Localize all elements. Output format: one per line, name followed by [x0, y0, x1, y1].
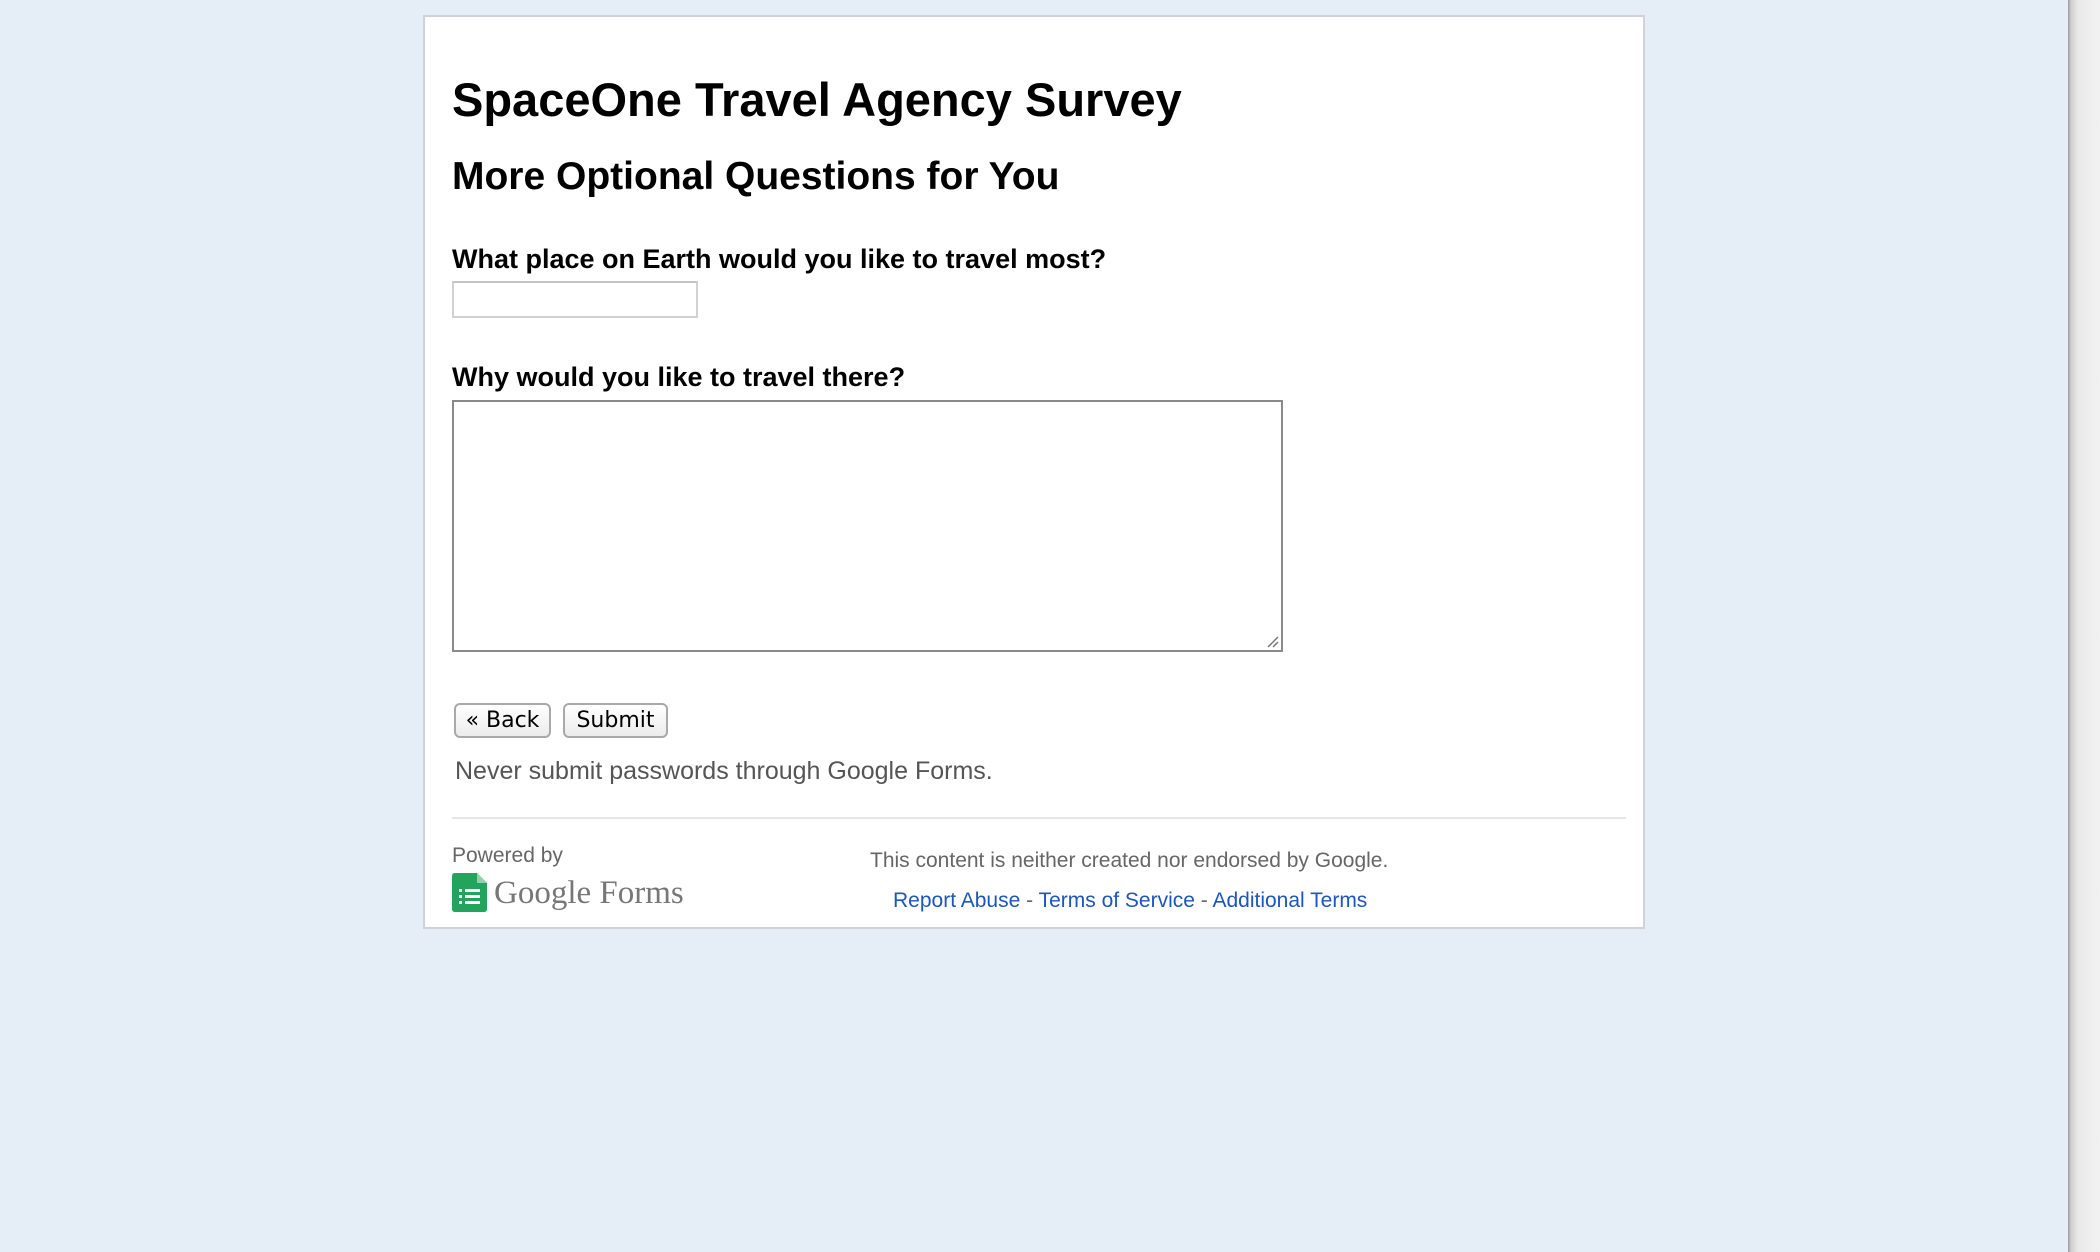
password-notice: Never submit passwords through Google Fo…	[455, 757, 993, 785]
form-title: SpaceOne Travel Agency Survey	[452, 73, 1182, 126]
link-separator: -	[1194, 889, 1213, 912]
terms-of-service-link[interactable]: Terms of Service	[1039, 889, 1195, 912]
link-separator: -	[1020, 889, 1039, 912]
question-2-label: Why would you like to travel there?	[452, 362, 906, 392]
window-edge	[2068, 0, 2100, 1252]
additional-terms-link[interactable]: Additional Terms	[1212, 889, 1367, 912]
footer-links: Report Abuse - Terms of Service - Additi…	[893, 889, 1367, 913]
footer-divider	[452, 817, 1626, 819]
travel-destination-input[interactable]	[452, 281, 698, 318]
google-forms-logo[interactable]: Google Forms	[452, 873, 684, 915]
form-content: SpaceOne Travel Agency Survey More Optio…	[452, 17, 1626, 927]
travel-reason-textarea[interactable]	[452, 400, 1283, 652]
submit-button[interactable]: Submit	[563, 703, 668, 738]
resize-handle-icon[interactable]	[1267, 636, 1279, 648]
google-forms-icon	[452, 873, 487, 912]
powered-by-label: Powered by	[452, 844, 563, 867]
back-button[interactable]: « Back	[454, 703, 551, 738]
form-container: SpaceOne Travel Agency Survey More Optio…	[423, 15, 1645, 929]
google-forms-wordmark: Google Forms	[494, 875, 684, 911]
report-abuse-link[interactable]: Report Abuse	[893, 889, 1020, 912]
question-1-label: What place on Earth would you like to tr…	[452, 244, 1107, 274]
page-title: More Optional Questions for You	[452, 155, 1060, 198]
disclaimer-text: This content is neither created nor endo…	[870, 849, 1389, 872]
